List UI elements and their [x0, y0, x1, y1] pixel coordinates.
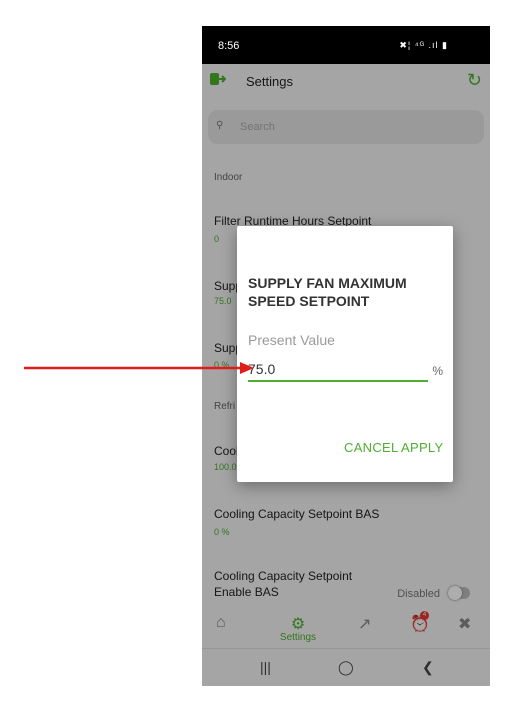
status-time: 8:56 — [218, 40, 240, 52]
setpoint-dialog: SUPPLY FAN MAXIMUM SPEED SETPOINT Presen… — [237, 226, 453, 482]
apply-button[interactable]: APPLY — [401, 440, 443, 455]
status-bar: 8:56 ✖¦ ⁴ᴳ .ıl ▮ — [202, 26, 490, 64]
annotation-arrow — [24, 362, 254, 374]
dialog-title: SUPPLY FAN MAXIMUM SPEED SETPOINT — [248, 275, 407, 309]
status-icons: ✖¦ ⁴ᴳ .ıl ▮ — [399, 40, 448, 50]
phone-screen: 8:56 ✖¦ ⁴ᴳ .ıl ▮ Settings ↻ ⚲ Search Ind… — [202, 26, 490, 686]
cancel-button[interactable]: CANCEL — [344, 440, 399, 455]
present-value-input[interactable] — [248, 358, 428, 382]
unit-label: % — [432, 364, 443, 378]
present-value-label: Present Value — [248, 332, 335, 348]
